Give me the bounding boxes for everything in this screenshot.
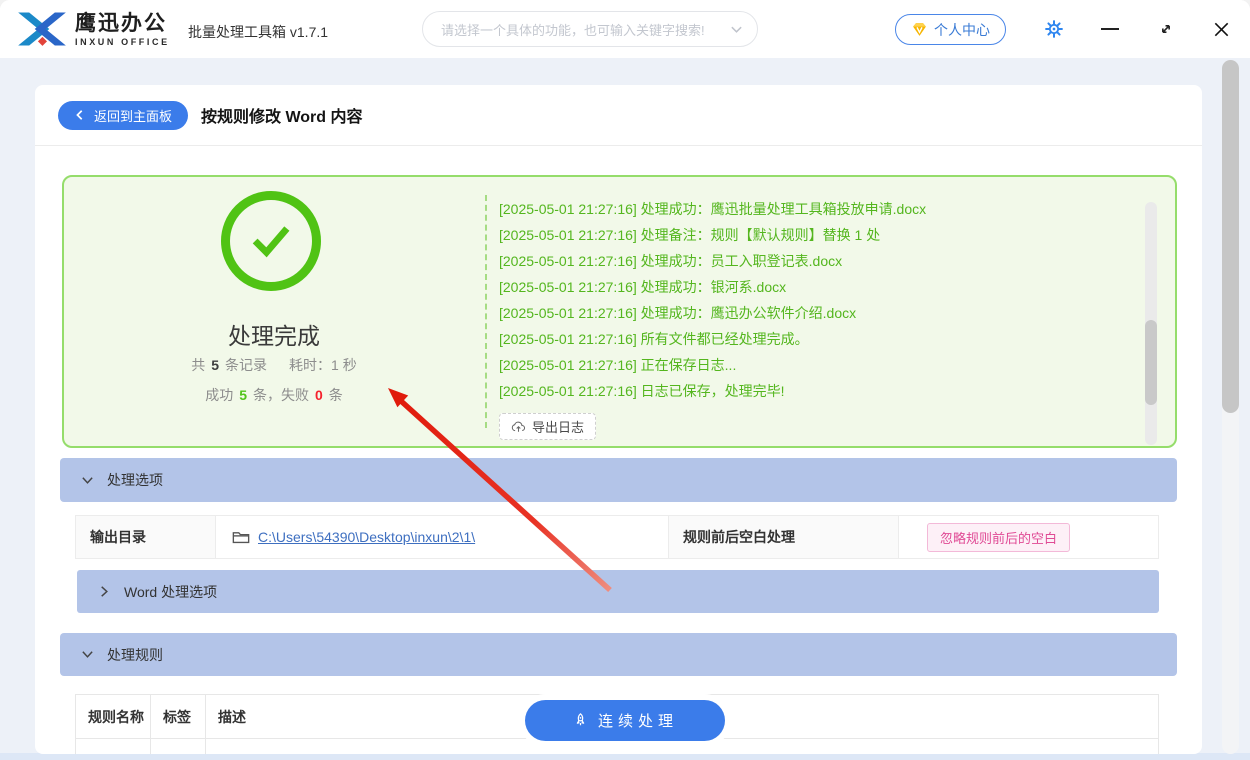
success-fail-line: 成功 5 条，失败 0条 [64,385,484,405]
section-title: 处理选项 [107,470,163,490]
log-line: [2025-05-01 21:27:16] 日志已保存，处理完毕! [499,378,1127,404]
total-suffix: 条记录 [225,357,267,373]
log-line: [2025-05-01 21:27:16] 正在保存日志... [499,352,1127,378]
dashed-divider [485,195,487,428]
search-placeholder: 请选择一个具体的功能，也可输入关键字搜索! [441,20,730,39]
process-status-title: 处理完成 [64,317,484,351]
rules-table-row [75,739,1159,754]
success-label: 成功 [205,387,233,403]
section-title: 处理规则 [107,645,163,665]
export-log-button[interactable]: 导出日志 [499,413,596,440]
log-scrollbar-thumb[interactable] [1145,320,1157,405]
success-count: 5 [239,387,247,403]
page-scrollbar[interactable] [1222,60,1239,754]
section-header-word-options[interactable]: Word 处理选项 [77,570,1159,613]
column-tag: 标签 [151,695,206,738]
section-header-process-options[interactable]: 处理选项 [60,458,1177,502]
titlebar: 鹰迅办公 INXUN OFFICE 批量处理工具箱 v1.7.1 请选择一个具体… [0,0,1250,58]
continue-process-button[interactable]: 连续处理 [525,700,725,741]
rocket-icon [572,712,589,729]
log-line: [2025-05-01 21:27:16] 处理成功：员工入职登记表.docx [499,248,1127,274]
chevron-left-icon [74,109,86,121]
log-line: [2025-05-01 21:27:16] 所有文件都已经处理完成。 [499,326,1127,352]
resize-button[interactable] [1155,18,1177,40]
brand-text: 鹰迅办公 INXUN OFFICE [75,12,170,47]
continue-process-label: 连续处理 [598,710,678,731]
success-check-icon [221,191,321,291]
export-log-label: 导出日志 [532,417,584,436]
total-prefix: 共 [191,357,205,373]
page-title: 按规则修改 Word 内容 [201,103,362,127]
output-dir-link[interactable]: C:\Users\54390\Desktop\inxun\2\1\ [258,529,475,545]
between-label: 条，失败 [253,387,309,403]
settings-gear-icon[interactable] [1043,18,1065,40]
output-dir-row: 输出目录 C:\Users\54390\Desktop\inxun\2\1\ 规… [75,515,1159,559]
vip-gem-icon [911,21,928,38]
total-count: 5 [211,357,219,373]
page-scrollbar-thumb[interactable] [1222,60,1239,413]
elapsed-time: 耗时：1 秒 [289,357,357,373]
minimize-button[interactable] [1099,18,1121,40]
process-log-list: [2025-05-01 21:27:16] 处理成功：鹰迅批量处理工具箱投放申请… [499,196,1127,404]
page-content: 返回到主面板 按规则修改 Word 内容 处理完成 共5条记录耗时：1 秒 成功… [0,58,1250,760]
chevron-down-icon [81,474,94,487]
section-header-process-rules[interactable]: 处理规则 [60,633,1177,676]
chevron-right-icon [98,585,111,598]
whitespace-label: 规则前后空白处理 [669,516,899,558]
log-line: [2025-05-01 21:27:16] 处理成功：银河系.docx [499,274,1127,300]
profile-center-label: 个人中心 [934,20,990,40]
fail-count: 0 [315,387,323,403]
upload-cloud-icon [511,420,526,433]
output-dir-label: 输出目录 [76,516,216,558]
main-card: 返回到主面板 按规则修改 Word 内容 处理完成 共5条记录耗时：1 秒 成功… [35,85,1202,754]
profile-center-button[interactable]: 个人中心 [895,14,1006,45]
tail-label: 条 [329,387,343,403]
brand-name-en: INXUN OFFICE [75,37,170,47]
process-result-panel: 处理完成 共5条记录耗时：1 秒 成功5条，失败0条 [2025-05-01 2… [62,175,1177,448]
close-button[interactable] [1210,18,1232,40]
whitespace-value: 忽略规则前后的空白 [899,516,1158,558]
log-line: [2025-05-01 21:27:16] 处理成功：鹰迅批量处理工具箱投放申请… [499,196,1127,222]
card-header: 返回到主面板 按规则修改 Word 内容 [35,85,1202,146]
section-title: Word 处理选项 [124,582,217,602]
resize-diagonal-icon [1157,20,1175,38]
chevron-down-icon [81,648,94,661]
empty-cell [151,739,206,754]
minimize-icon [1101,28,1119,30]
app-title: 批量处理工具箱 v1.7.1 [188,22,328,42]
back-button-label: 返回到主面板 [94,106,172,125]
log-scrollbar[interactable] [1145,202,1157,445]
log-line: [2025-05-01 21:27:16] 处理备注：规则【默认规则】替换 1 … [499,222,1127,248]
app-window: 鹰迅办公 INXUN OFFICE 批量处理工具箱 v1.7.1 请选择一个具体… [0,0,1250,760]
log-line: [2025-05-01 21:27:16] 处理成功：鹰迅办公软件介绍.docx [499,300,1127,326]
whitespace-tag: 忽略规则前后的空白 [927,523,1070,552]
app-logo-icon [14,7,70,51]
close-icon [1212,20,1231,39]
output-dir-value: C:\Users\54390\Desktop\inxun\2\1\ [216,516,669,558]
chevron-down-icon [730,23,743,36]
brand: 鹰迅办公 INXUN OFFICE [14,7,170,51]
empty-cell [76,739,151,754]
function-search-select[interactable]: 请选择一个具体的功能，也可输入关键字搜索! [422,11,758,47]
folder-icon [232,530,250,545]
brand-name-cn: 鹰迅办公 [75,12,170,36]
window-bottom-edge [0,753,1250,760]
back-to-dashboard-button[interactable]: 返回到主面板 [58,101,188,130]
column-rule-name: 规则名称 [76,695,151,738]
process-summary-line: 共5 条记录 耗时：1 秒 [64,355,484,375]
